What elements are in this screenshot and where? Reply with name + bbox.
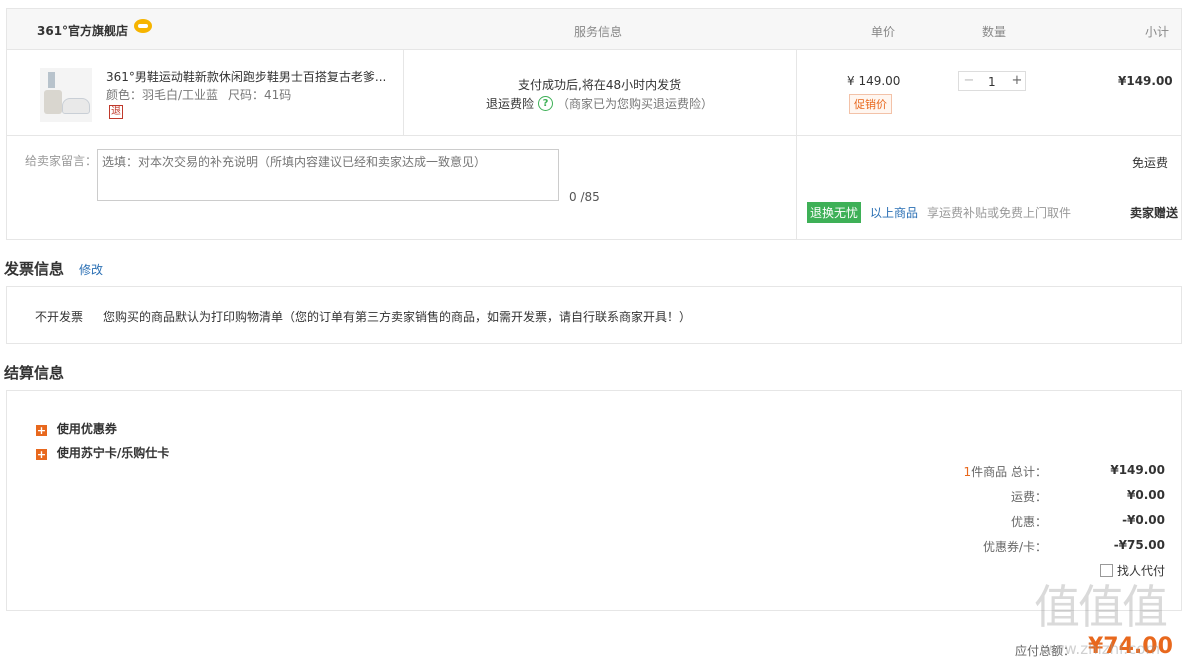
invoice-edit-link[interactable]: 修改 bbox=[79, 261, 103, 278]
shipping-subsidy-text: 享运费补贴或免费上门取件 bbox=[927, 206, 1072, 220]
unit-price: ¥ 149.00 bbox=[847, 74, 901, 88]
qty-value[interactable]: 1 bbox=[988, 75, 996, 89]
above-goods-link[interactable]: 以上商品 bbox=[870, 204, 918, 221]
worry-free-badge: 退换无忧 bbox=[807, 202, 862, 223]
settlement-heading: 结算信息 bbox=[4, 364, 65, 382]
unit-price-col-header: 单价 bbox=[871, 25, 896, 39]
cart-header: 361°官方旗舰店 服务信息 单价 数量 小计 bbox=[6, 8, 1182, 50]
help-icon[interactable]: ? bbox=[538, 96, 553, 111]
pay-for-me-label: 找人代付 bbox=[1116, 564, 1165, 578]
row-divider-3 bbox=[796, 136, 797, 239]
subtotal-col-header: 小计 bbox=[1145, 25, 1170, 39]
product-row: 361°男鞋运动鞋新款休闲跑步鞋男士百搭复古老爹... 颜色：羽毛白/工业蓝 尺… bbox=[6, 49, 1182, 136]
item-subtotal: ¥149.00 bbox=[1118, 74, 1173, 88]
coupon-toggle[interactable]: + 使用优惠券 bbox=[36, 420, 117, 437]
coupon-label: 优惠券/卡： bbox=[982, 540, 1047, 554]
product-title[interactable]: 361°男鞋运动鞋新款休闲跑步鞋男士百搭复古老爹... bbox=[106, 68, 386, 85]
invoice-type: 不开发票 bbox=[35, 310, 84, 324]
coupon-value: -¥75.00 bbox=[1113, 538, 1165, 552]
free-shipping-label: 免运费 bbox=[1132, 156, 1169, 170]
coupon-toggle-label: 使用优惠券 bbox=[56, 422, 117, 436]
card-toggle-label: 使用苏宁卡/乐购仕卡 bbox=[56, 446, 170, 460]
product-size: 尺码：41码 bbox=[228, 88, 292, 102]
row-divider-2 bbox=[796, 50, 797, 135]
invoice-note: 您购买的商品默认为打印购物清单（您的订单有第三方卖家销售的商品，如需开发票，请自… bbox=[103, 310, 692, 324]
watermark-domain: www.zhizhi.com bbox=[1040, 640, 1161, 658]
seller-message-input[interactable] bbox=[97, 149, 559, 201]
qty-col-header: 数量 bbox=[982, 25, 1007, 39]
return-insurance-note: （商家已为您购买退运费险） bbox=[557, 97, 714, 111]
message-label: 给卖家留言： bbox=[25, 154, 98, 168]
row-divider bbox=[403, 50, 404, 135]
product-color: 颜色：羽毛白/工业蓝 bbox=[106, 88, 219, 102]
store-name[interactable]: 361°官方旗舰店 bbox=[37, 22, 128, 39]
discount-value: -¥0.00 bbox=[1122, 513, 1165, 527]
discount-label: 优惠： bbox=[1010, 515, 1047, 529]
item-count-label: 件商品 总计： bbox=[971, 465, 1047, 479]
wangwang-chat-icon[interactable] bbox=[134, 19, 152, 33]
settlement-box: + 使用优惠券 + 使用苏宁卡/乐购仕卡 1件商品 总计： ¥149.00 运费… bbox=[6, 390, 1182, 611]
expand-plus-icon: + bbox=[36, 424, 47, 437]
expand-plus-icon: + bbox=[36, 448, 47, 461]
promo-tag: 促销价 bbox=[849, 94, 892, 114]
service-col-header: 服务信息 bbox=[574, 25, 623, 39]
seller-gift-label: 卖家赠送 bbox=[1130, 206, 1179, 220]
freight-value: ¥0.00 bbox=[1127, 488, 1165, 502]
return-badge: 退 bbox=[109, 105, 123, 119]
message-row: 给卖家留言： 0 /85 免运费 退换无忧 以上商品 享运费补贴或免费上门取件 … bbox=[6, 135, 1182, 240]
order-total: ¥149.00 bbox=[1110, 463, 1165, 477]
qty-increase-button[interactable]: + bbox=[1010, 73, 1024, 89]
quantity-stepper: − 1 + bbox=[958, 71, 1026, 91]
pay-for-me-option[interactable]: 找人代付 bbox=[1099, 562, 1165, 579]
qty-decrease-button[interactable]: − bbox=[962, 73, 976, 89]
card-toggle[interactable]: + 使用苏宁卡/乐购仕卡 bbox=[36, 444, 169, 461]
invoice-box: 不开发票 您购买的商品默认为打印购物清单（您的订单有第三方卖家销售的商品，如需开… bbox=[6, 286, 1182, 344]
item-count-total: 1件商品 总计： bbox=[964, 463, 1047, 480]
invoice-heading: 发票信息 bbox=[4, 260, 65, 278]
watermark-logo: 值值值 bbox=[1034, 580, 1168, 634]
product-thumbnail[interactable] bbox=[40, 68, 92, 122]
freight-label: 运费： bbox=[1010, 490, 1047, 504]
message-counter: 0 /85 bbox=[569, 190, 600, 204]
pay-for-me-checkbox[interactable] bbox=[1099, 564, 1113, 577]
return-insurance-label: 退运费险 bbox=[486, 97, 535, 111]
shipping-note: 支付成功后,将在48小时内发货 bbox=[518, 78, 682, 92]
